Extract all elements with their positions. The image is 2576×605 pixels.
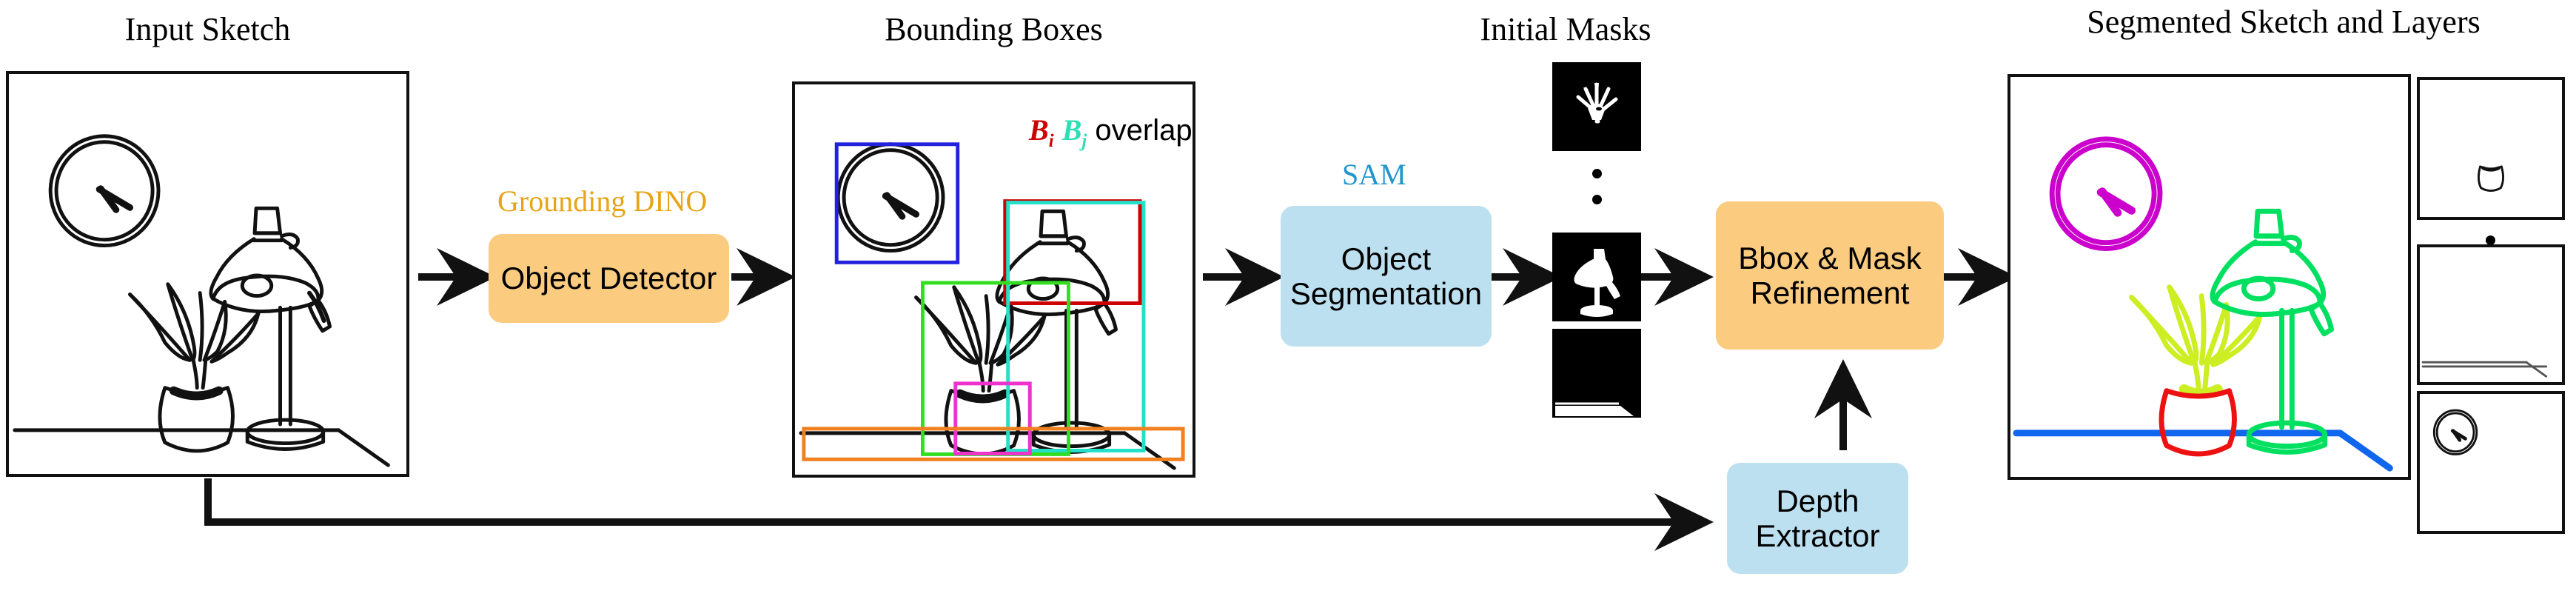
object-detector-box[interactable]: Object Detector: [489, 234, 729, 323]
mask-lamp-shape: [1574, 249, 1620, 317]
refinement-line2: Refinement: [1750, 275, 1910, 310]
object-segmentation-line2: Segmentation: [1289, 276, 1483, 311]
sam-label: SAM: [1342, 158, 1406, 191]
ellipsis-dot: [1592, 169, 1602, 178]
mask-plant-shape: [1576, 82, 1618, 124]
segmented-sketch-panel: [2008, 74, 2411, 480]
bj-symbol: B: [1061, 113, 1082, 147]
mask-plant: [1552, 62, 1641, 151]
depth-extractor-line1: Depth: [1776, 483, 1859, 518]
overlap-annotation: Bi Bj overlap: [1029, 113, 1193, 152]
layer-thumb-clock[interactable]: [2417, 391, 2565, 534]
bbox-mask-refinement-box[interactable]: Bbox & Mask Refinement: [1716, 201, 1944, 350]
segmented-sketch-drawing: [2013, 136, 2393, 472]
layer-pot-drawing: [2478, 165, 2504, 192]
pipeline-diagram: Input Sketch Bounding Boxes Initial Mask…: [0, 0, 2576, 605]
bi-subscript: i: [1048, 131, 1054, 151]
object-segmentation-line1: Object: [1341, 241, 1432, 276]
segment-pot: [2159, 388, 2237, 457]
grounding-dino-label: Grounding DINO: [497, 184, 708, 218]
depth-extractor-box[interactable]: Depth Extractor: [1727, 463, 1908, 574]
arrow-sketch-to-depth: [204, 478, 1714, 551]
segment-clock: [2049, 136, 2163, 252]
depth-extractor-line2: Extractor: [1755, 518, 1880, 553]
overlap-label: overlap: [1095, 114, 1193, 147]
mask-table-shape: [1555, 402, 1634, 416]
layer-thumb-pot[interactable]: [2417, 77, 2565, 220]
mask-lamp: [1552, 233, 1641, 321]
bj-subscript: j: [1081, 131, 1087, 151]
refinement-line1: Bbox & Mask: [1738, 240, 1922, 275]
segment-table: [2013, 429, 2393, 472]
layer-thumb-table[interactable]: [2417, 244, 2565, 385]
segment-lamp: [2210, 208, 2334, 455]
mask-table: [1552, 329, 1641, 418]
segment-plant: [2129, 284, 2263, 399]
masks-ellipsis: [1592, 169, 1602, 204]
layer-clock-drawing: [2432, 409, 2478, 455]
ellipsis-dot: [1592, 195, 1602, 204]
bi-symbol: B: [1029, 113, 1049, 147]
layer-table-drawing: [2421, 361, 2548, 378]
object-segmentation-box[interactable]: Object Segmentation: [1281, 206, 1492, 347]
